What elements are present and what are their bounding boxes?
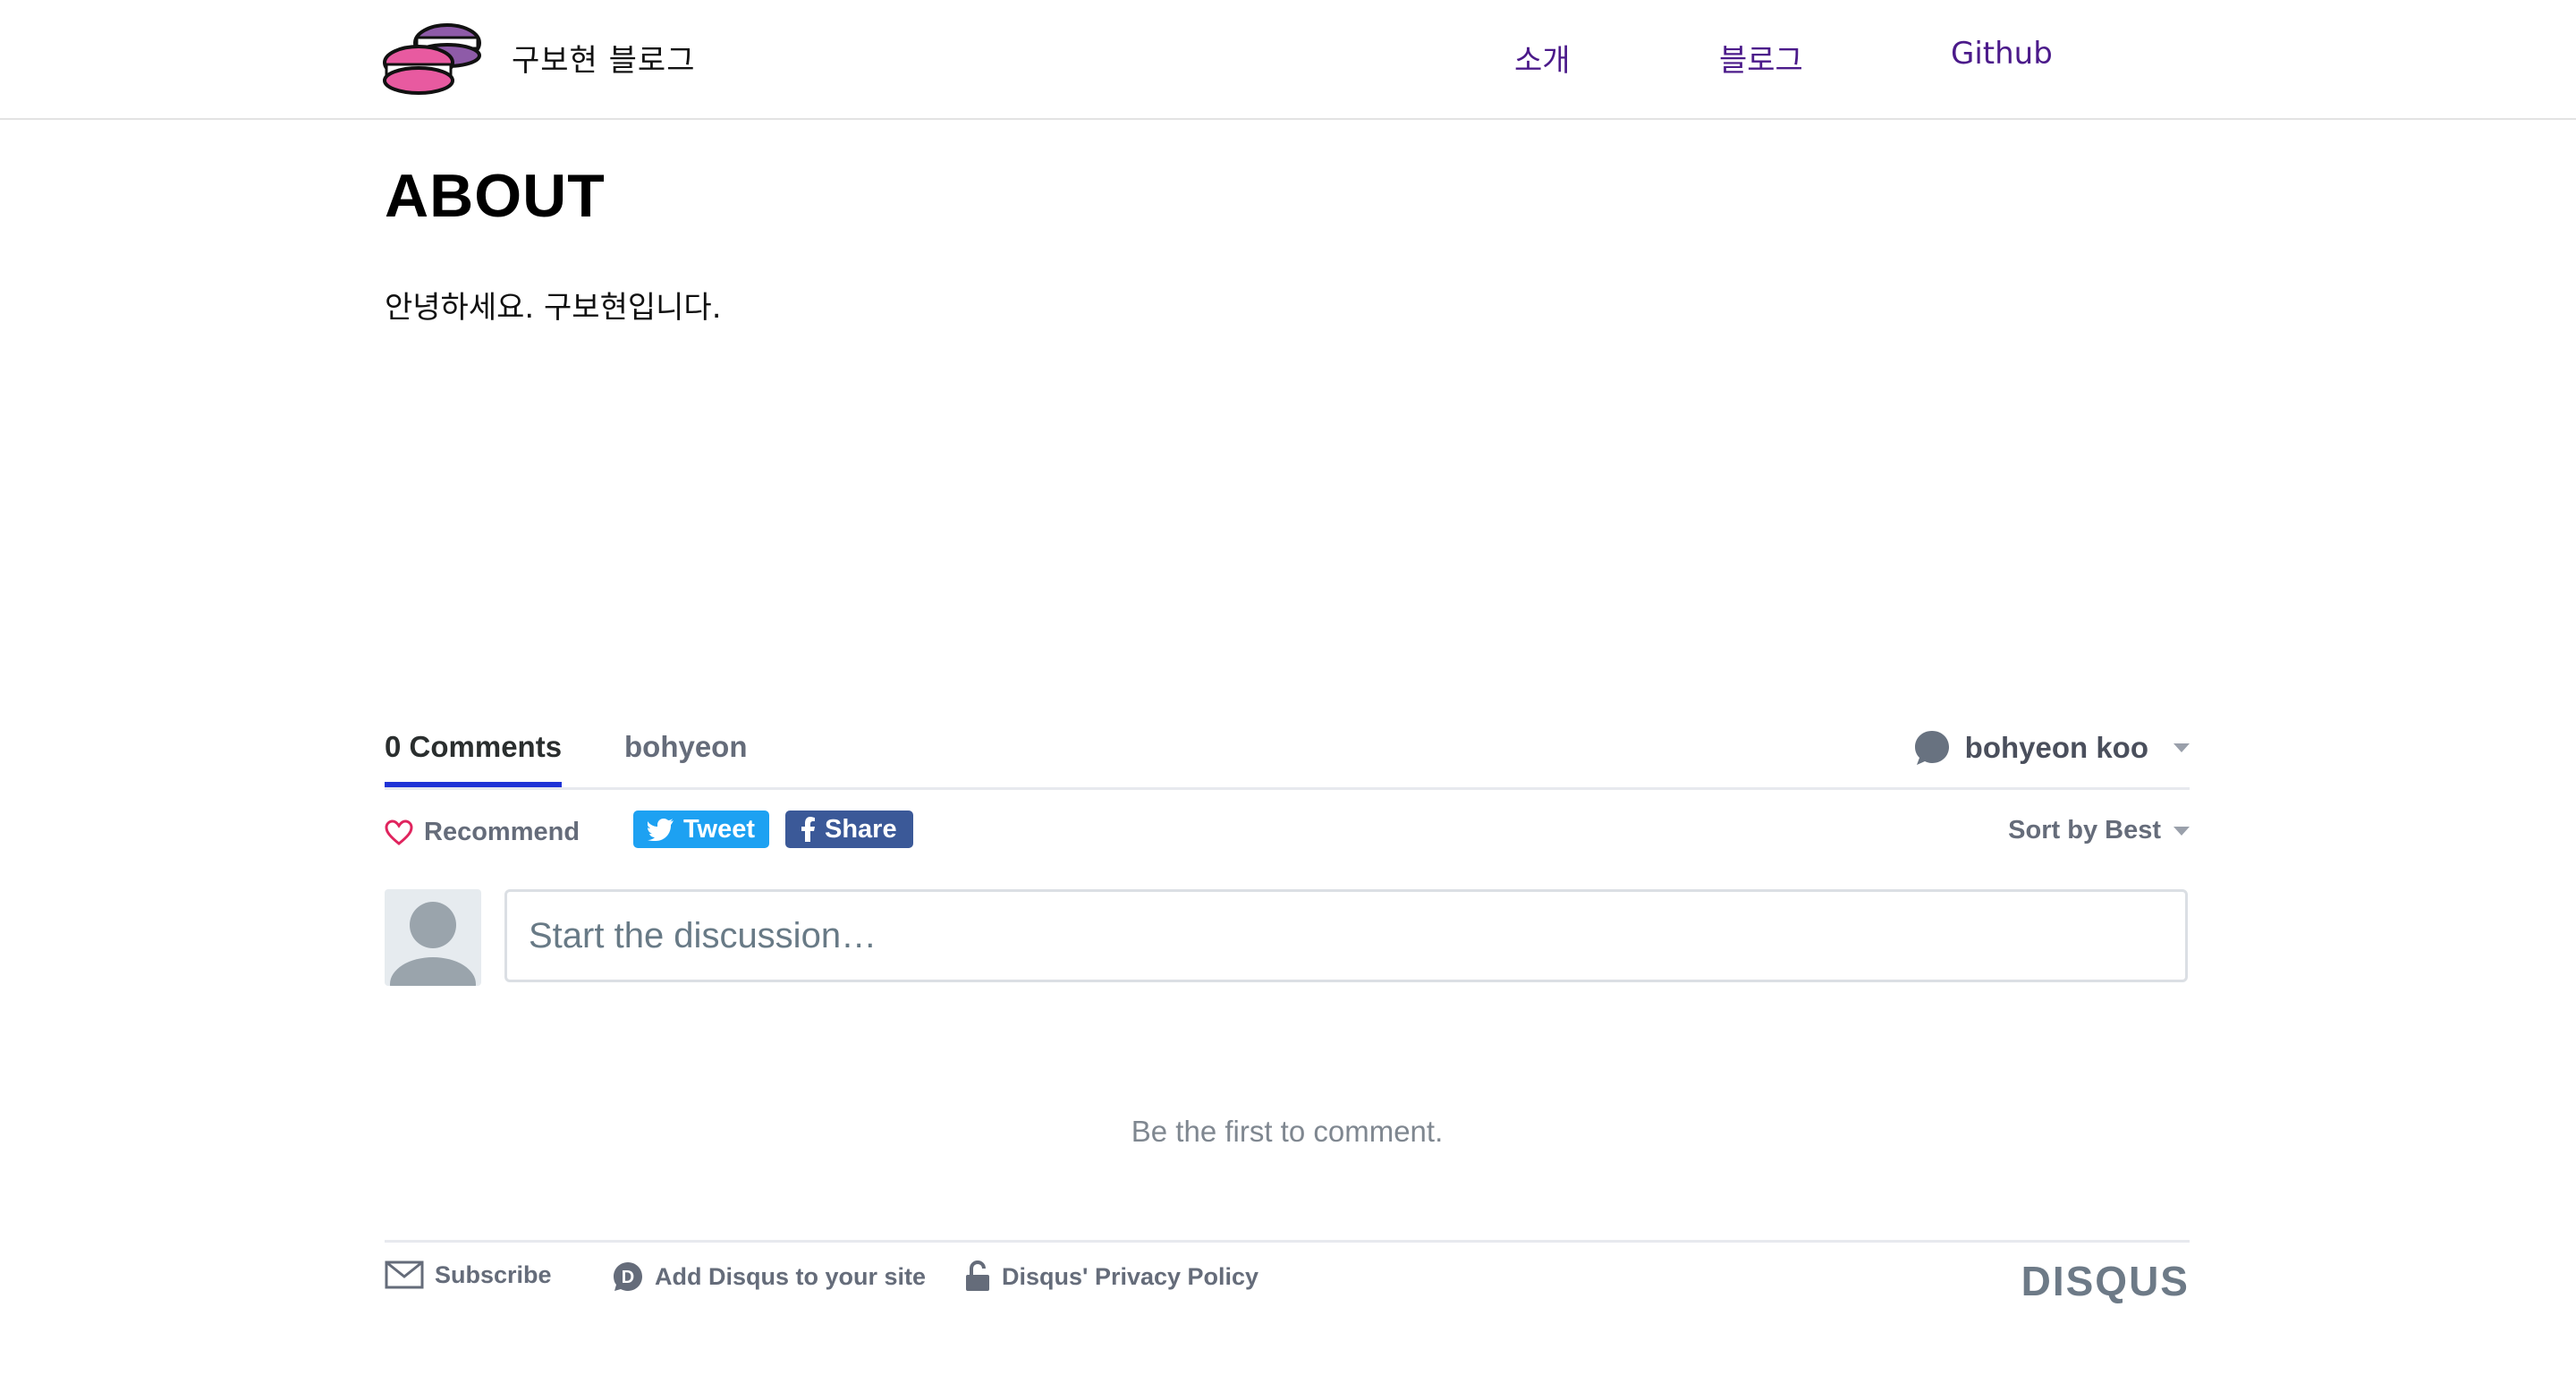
user-name: bohyeon koo [1964,731,2148,764]
nav-link-github[interactable]: Github [1951,36,2053,72]
empty-comments-message: Be the first to comment. [1131,1115,1444,1148]
subscribe-label: Subscribe [435,1260,552,1288]
comment-input[interactable] [504,889,2188,982]
page-title: ABOUT [385,162,606,230]
subscribe-link[interactable]: Subscribe [385,1260,552,1289]
add-disqus-label: Add Disqus to your site [655,1262,927,1290]
recommend-button[interactable]: Recommend [385,818,580,847]
user-avatar-icon [1914,731,1949,765]
thread-actions: Recommend Tweet Share Sort by Best [385,811,2190,864]
privacy-label: Disqus' Privacy Policy [1002,1262,1259,1290]
avatar [385,889,481,986]
user-menu[interactable]: bohyeon koo [1913,728,2190,768]
intro-text: 안녕하세요. 구보현입니다. [385,290,722,326]
twitter-icon [648,819,674,841]
disqus-d-icon: D [614,1262,642,1291]
default-avatar-icon [390,902,476,986]
disqus-footer: Subscribe D Add Disqus to your site Disq… [385,1240,2190,1314]
comment-tabs: 0 Comments bohyeon bohyeon koo [385,707,2190,790]
svg-text:D: D [622,1268,634,1287]
tweet-button[interactable]: Tweet [633,811,770,848]
disqus-logo[interactable]: DISQUS [2021,1257,2190,1305]
disqus-thread: 0 Comments bohyeon bohyeon koo Recommend… [385,707,2190,1351]
lock-icon [966,1260,989,1291]
nav-link-blog[interactable]: 블로그 [1719,36,1803,80]
privacy-policy-link[interactable]: Disqus' Privacy Policy [964,1260,1258,1293]
tweet-label: Tweet [683,814,756,844]
facebook-share-button[interactable]: Share [785,811,913,848]
add-disqus-link[interactable]: D Add Disqus to your site [612,1260,926,1293]
tab-comments[interactable]: 0 Comments [385,730,563,787]
sort-label: Sort by Best [2008,816,2161,845]
heart-icon [385,819,413,845]
chevron-down-icon [2174,743,2190,752]
macaron-logo-icon[interactable] [383,20,483,97]
share-label: Share [825,814,897,844]
site-header: 구보현 블로그 소개 블로그 Github [0,0,2576,120]
facebook-icon [801,817,815,842]
nav-link-about[interactable]: 소개 [1514,36,1571,80]
chevron-down-icon [2174,826,2190,836]
recommend-label: Recommend [424,818,580,846]
site-title[interactable]: 구보현 블로그 [512,36,696,80]
sort-dropdown[interactable]: Sort by Best [2008,816,2190,845]
tab-community[interactable]: bohyeon [624,730,748,764]
mail-icon [385,1260,424,1289]
